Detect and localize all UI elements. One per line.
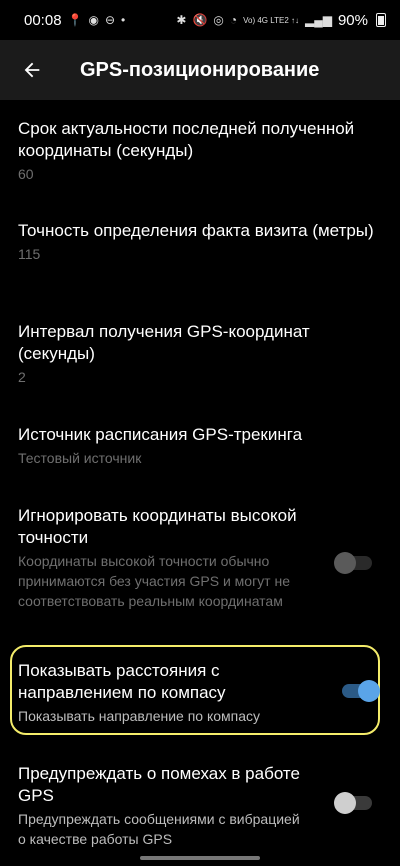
toggle-thumb <box>334 552 356 574</box>
mute-icon: 🔇 <box>192 13 208 27</box>
setting-summary: Показывать направление по компасу <box>18 708 261 724</box>
network-type-label: Vo) 4G LTE2 ↑↓ <box>243 15 299 25</box>
toggle-thumb <box>358 680 380 702</box>
setting-tracking-schedule-source[interactable]: Источник расписания GPS-трекинга Тестовы… <box>18 424 388 468</box>
setting-value: 2 <box>18 369 26 385</box>
more-notifications-icon: • <box>121 13 126 27</box>
status-bar: 00:08 📍 ◉ ⊖ • ✱ 🔇 ◎ ◔ Vo) 4G LTE2 ↑↓ ▂▄▆… <box>0 0 400 40</box>
setting-title: Игнорировать координаты высокой точности <box>18 506 297 547</box>
setting-value: 60 <box>18 166 34 182</box>
setting-value: 115 <box>18 246 41 262</box>
battery-percent: 90% <box>337 11 368 29</box>
setting-visit-accuracy[interactable]: Точность определения факта визита (метры… <box>18 220 388 264</box>
gesture-nav-bar[interactable] <box>140 856 260 860</box>
gps-interference-toggle[interactable] <box>334 792 372 814</box>
compass-distance-toggle[interactable] <box>342 680 380 702</box>
bluetooth-icon: ✱ <box>176 13 187 27</box>
signal-icon: ▂▄▆ <box>305 13 332 27</box>
wifi-icon: ◔ <box>229 13 238 27</box>
setting-ignore-high-accuracy: Игнорировать координаты высокой точности… <box>18 505 308 611</box>
setting-title: Точность определения факта визита (метры… <box>18 221 374 240</box>
setting-title: Предупреждать о помехах в работе GPS <box>18 764 300 805</box>
back-button[interactable] <box>12 50 52 90</box>
setting-gps-interference-warning[interactable]: Предупреждать о помехах в работе GPS Пре… <box>18 763 308 849</box>
arrow-left-icon <box>24 62 40 78</box>
do-not-disturb-icon: ⊖ <box>104 13 116 27</box>
setting-value: Тестовый источник <box>18 450 142 466</box>
setting-gps-interval[interactable]: Интервал получения GPS-координат (секунд… <box>18 321 388 387</box>
app-bar: GPS-позиционирование <box>0 40 400 100</box>
setting-coordinate-freshness[interactable]: Срок актуальности последней полученной к… <box>18 118 388 184</box>
page-title: GPS-позиционирование <box>80 58 320 81</box>
battery-icon <box>376 13 386 27</box>
hotspot-icon: ◎ <box>213 13 224 27</box>
setting-title: Показывать расстояния с направлением по … <box>18 661 226 702</box>
clock: 00:08 <box>24 11 62 29</box>
setting-title: Срок актуальности последней полученной к… <box>18 119 355 160</box>
app-notification-icon: ◉ <box>88 13 99 27</box>
setting-title: Интервал получения GPS-координат (секунд… <box>18 322 310 363</box>
setting-title: Источник расписания GPS-трекинга <box>18 425 303 444</box>
setting-summary: Предупреждать сообщениями с вибрацией о … <box>18 811 300 847</box>
setting-compass-distance[interactable]: Показывать расстояния с направлением по … <box>18 660 308 726</box>
setting-summary: Координаты высокой точности обычно прини… <box>18 553 291 609</box>
toggle-thumb <box>334 792 356 814</box>
ignore-high-accuracy-toggle <box>334 552 372 574</box>
location-icon: 📍 <box>67 13 83 27</box>
